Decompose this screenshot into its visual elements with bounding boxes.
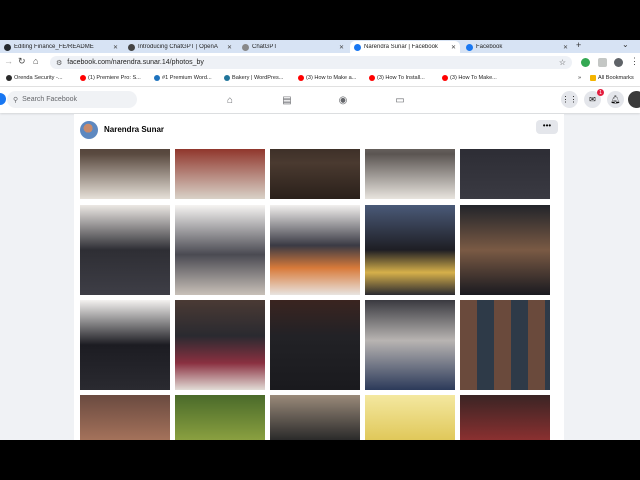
photo-thumbnail[interactable] (175, 395, 265, 440)
browser-toolbar: → ↻ ⌂ ⚙ facebook.com/narendra.sunar.14/p… (0, 53, 640, 72)
close-icon[interactable]: ✕ (227, 44, 232, 51)
tab-openai[interactable]: Introducing ChatGPT | OpenA ✕ (124, 41, 236, 53)
photo-thumbnail[interactable] (270, 395, 360, 440)
menu-grid-icon[interactable]: ⋮⋮ (561, 91, 578, 108)
tab-facebook[interactable]: Facebook ✕ (462, 41, 572, 53)
account-avatar[interactable] (628, 91, 640, 108)
openai-icon (128, 43, 135, 51)
marketplace-icon[interactable]: ▤ (280, 93, 294, 107)
photo-thumbnail[interactable] (270, 300, 360, 390)
profile-icon[interactable] (614, 58, 623, 67)
youtube-icon (442, 75, 448, 81)
tab-narendra-facebook[interactable]: Narendra Sunar | Facebook ✕ (350, 41, 460, 53)
photo-thumbnail[interactable] (460, 205, 550, 295)
facebook-logo-icon[interactable] (0, 93, 6, 105)
photo-thumbnail[interactable] (80, 205, 170, 295)
bookmark-favicon-icon (6, 75, 12, 81)
avatar[interactable] (80, 121, 98, 139)
facebook-header: ⚲ Search Facebook ⌂ ▤ ◉ ▭ ⋮⋮ ✉ 1 🔔︎ (0, 87, 640, 113)
bookmark-item[interactable]: (3) How To Install... (369, 75, 425, 81)
photo-thumbnail[interactable] (175, 149, 265, 199)
all-bookmarks-button[interactable]: All Bookmarks (590, 75, 640, 81)
photo-thumbnail[interactable] (365, 205, 455, 295)
close-icon[interactable]: ✕ (113, 44, 118, 51)
bell-icon[interactable]: 🔔︎ (607, 91, 624, 108)
reload-icon[interactable]: ↻ (18, 56, 26, 67)
forward-icon[interactable]: → (4, 56, 13, 66)
openai-icon (242, 43, 249, 51)
photo-thumbnail[interactable] (270, 205, 360, 295)
youtube-icon (80, 75, 86, 81)
photo-thumbnail[interactable] (460, 149, 550, 199)
photo-thumbnail[interactable] (80, 395, 170, 440)
extensions-puzzle-icon[interactable] (598, 58, 607, 67)
left-gutter (0, 149, 74, 440)
bookmark-item[interactable]: #1 Premium Word... (154, 75, 212, 81)
photo-thumbnail[interactable] (460, 300, 550, 390)
search-icon: ⚲ (13, 96, 19, 104)
profile-name-bar: Narendra Sunar ••• (74, 114, 564, 150)
bookmark-item[interactable]: Orenda Security -... (6, 75, 63, 81)
photo-grid (74, 149, 564, 440)
tab-chatgpt[interactable]: ChatGPT ✕ (238, 41, 348, 53)
bookmark-item[interactable]: (3) How To Make... (442, 75, 497, 81)
bookmark-item[interactable]: (1) Premiere Pro: S... (80, 75, 141, 81)
bookmarks-bar: Orenda Security -... (1) Premiere Pro: S… (0, 72, 640, 87)
photo-thumbnail[interactable] (175, 300, 265, 390)
address-bar[interactable]: ⚙ facebook.com/narendra.sunar.14/photos_… (50, 56, 572, 69)
photo-thumbnail[interactable] (460, 395, 550, 440)
search-input[interactable]: ⚲ Search Facebook (7, 91, 137, 108)
kebab-menu-icon[interactable]: ⋮ (630, 56, 639, 67)
profile-name[interactable]: Narendra Sunar (104, 125, 164, 134)
bookmarks-more-button[interactable]: » (578, 75, 581, 81)
site-info-icon[interactable]: ⚙ (56, 59, 62, 67)
notification-badge: 1 (597, 89, 604, 96)
bookmark-item[interactable]: Bakery | WordPres... (224, 75, 283, 81)
photo-thumbnail[interactable] (175, 205, 265, 295)
github-icon (4, 43, 11, 51)
tab-strip: Editing Finance_FE/README ✕ Introducing … (0, 40, 640, 53)
home-icon[interactable]: ⌂ (33, 56, 38, 66)
browser-window: Editing Finance_FE/README ✕ Introducing … (0, 40, 640, 440)
folder-icon (590, 75, 596, 81)
close-icon[interactable]: ✕ (339, 44, 344, 51)
home-icon[interactable]: ⌂ (223, 93, 237, 107)
close-icon[interactable]: ✕ (563, 44, 568, 51)
photo-thumbnail[interactable] (270, 149, 360, 199)
right-gutter (564, 149, 640, 440)
bookmark-star-icon[interactable]: ☆ (559, 58, 566, 67)
extension-icon[interactable] (581, 58, 590, 67)
more-options-button[interactable]: ••• (536, 120, 558, 134)
photo-thumbnail[interactable] (80, 300, 170, 390)
gaming-icon[interactable]: ▭ (393, 93, 407, 107)
chevron-down-icon[interactable]: ⌄ (622, 40, 629, 49)
wordpress-icon (224, 75, 230, 81)
youtube-icon (369, 75, 375, 81)
photo-thumbnail[interactable] (365, 395, 455, 440)
groups-icon[interactable]: ◉ (336, 93, 350, 107)
photo-thumbnail[interactable] (365, 300, 455, 390)
bookmark-favicon-icon (154, 75, 160, 81)
youtube-icon (298, 75, 304, 81)
facebook-icon (466, 43, 473, 51)
photo-thumbnail[interactable] (80, 149, 170, 199)
photo-thumbnail[interactable] (365, 149, 455, 199)
new-tab-button[interactable]: + (576, 40, 581, 50)
close-icon[interactable]: ✕ (451, 44, 456, 51)
tab-github[interactable]: Editing Finance_FE/README ✕ (0, 41, 122, 53)
facebook-icon (354, 43, 361, 51)
bookmark-item[interactable]: (3) How to Make a... (298, 75, 356, 81)
